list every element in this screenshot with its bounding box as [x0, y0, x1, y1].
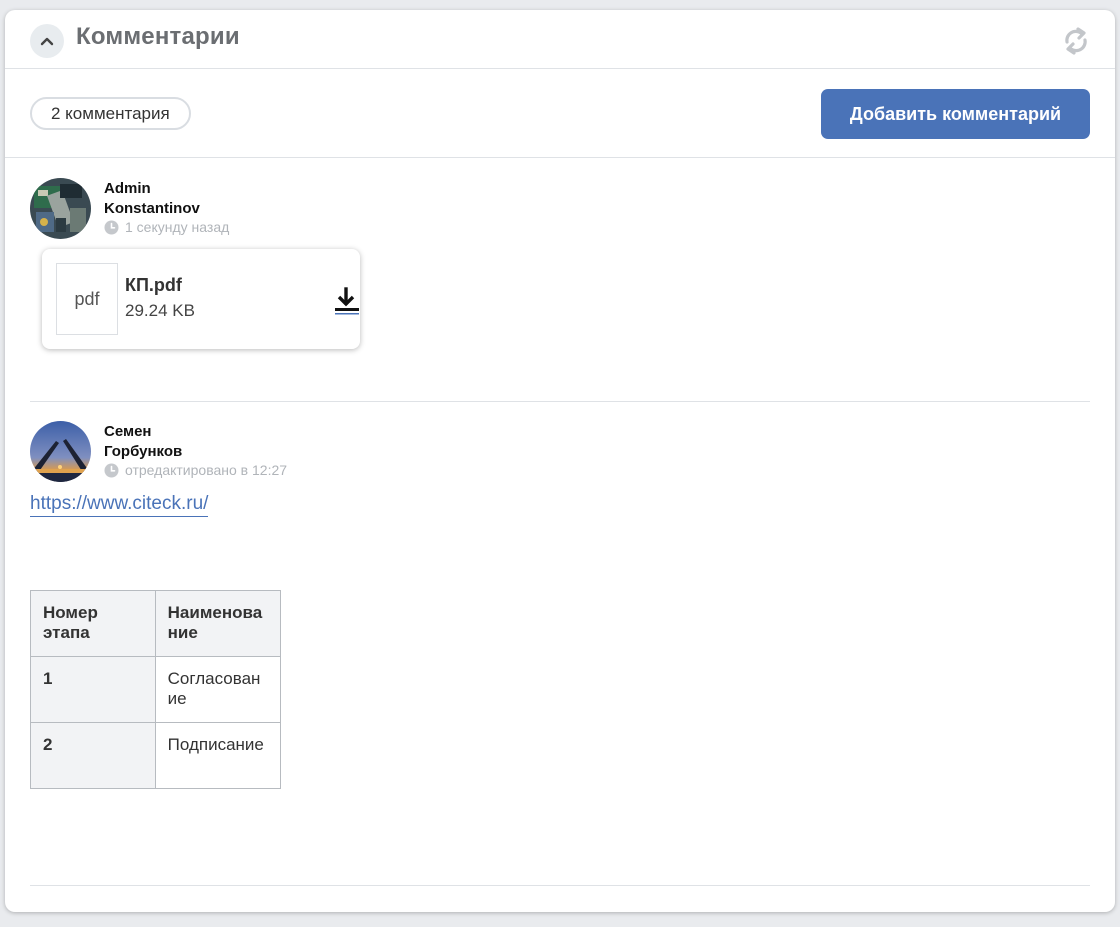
file-type-thumbnail: pdf: [56, 263, 118, 335]
panel-title: Комментарии: [76, 23, 240, 50]
comment-divider: [30, 401, 1090, 402]
timestamp-text: 1 секунду назад: [125, 219, 230, 235]
table-cell: 2: [30, 722, 156, 789]
comment-timestamp: отредактировано в 12:27: [104, 462, 287, 478]
attachment-size: 29.24 KB: [125, 301, 195, 320]
comment-author[interactable]: Семен Горбунков: [104, 422, 182, 462]
timestamp-text: отредактировано в 12:27: [125, 462, 288, 478]
table-cell: 1: [30, 656, 156, 723]
author-last-name: Konstantinov: [104, 200, 200, 217]
comment-timestamp: 1 секунду назад: [104, 219, 229, 235]
collapse-button[interactable]: [30, 24, 64, 58]
comment-count-badge: 2 комментария: [30, 97, 191, 130]
table-header-cell: Наименование: [154, 590, 282, 657]
comment-divider: [30, 885, 1090, 886]
comment-item: Семен Горбунков отредактировано в 12:27: [30, 421, 1090, 491]
attachment-card[interactable]: pdf КП.pdf 29.24 KB: [42, 249, 360, 349]
comments-toolbar: 2 комментария Добавить комментарий: [5, 69, 1115, 158]
author-first-name: Семен: [104, 423, 152, 440]
refresh-icon: [1065, 27, 1087, 55]
comment-table: Номер этапа Наименование 1 Согласование …: [30, 590, 282, 789]
author-first-name: Admin: [104, 180, 151, 197]
table-cell: Подписание: [154, 722, 282, 789]
avatar[interactable]: [30, 421, 91, 482]
clock-icon: [104, 220, 119, 234]
download-button[interactable]: [333, 286, 361, 316]
chevron-up-icon: [40, 37, 54, 46]
author-last-name: Горбунков: [104, 443, 183, 460]
table-row: 1 Согласование: [30, 656, 282, 723]
download-icon: [335, 287, 359, 315]
table-header-cell: Номер этапа: [30, 590, 156, 657]
comment-link[interactable]: https://www.citeck.ru/: [30, 492, 209, 517]
table-row: 2 Подписание: [30, 722, 282, 789]
clock-icon: [104, 463, 119, 477]
comments-panel: Комментарии 2 комментария Добавить комме…: [5, 10, 1115, 912]
panel-header: Комментарии: [5, 10, 1115, 69]
comment-author[interactable]: Admin Konstantinov: [104, 179, 200, 219]
add-comment-button[interactable]: Добавить комментарий: [821, 89, 1090, 139]
table-header-row: Номер этапа Наименование: [30, 590, 282, 657]
attachment-name[interactable]: КП.pdf: [125, 275, 182, 296]
avatar[interactable]: [30, 178, 91, 239]
table-cell: Согласование: [154, 656, 282, 723]
comment-item: Admin Konstantinov 1 секунду назад pdf К…: [30, 178, 1090, 358]
refresh-button[interactable]: [1061, 26, 1091, 56]
